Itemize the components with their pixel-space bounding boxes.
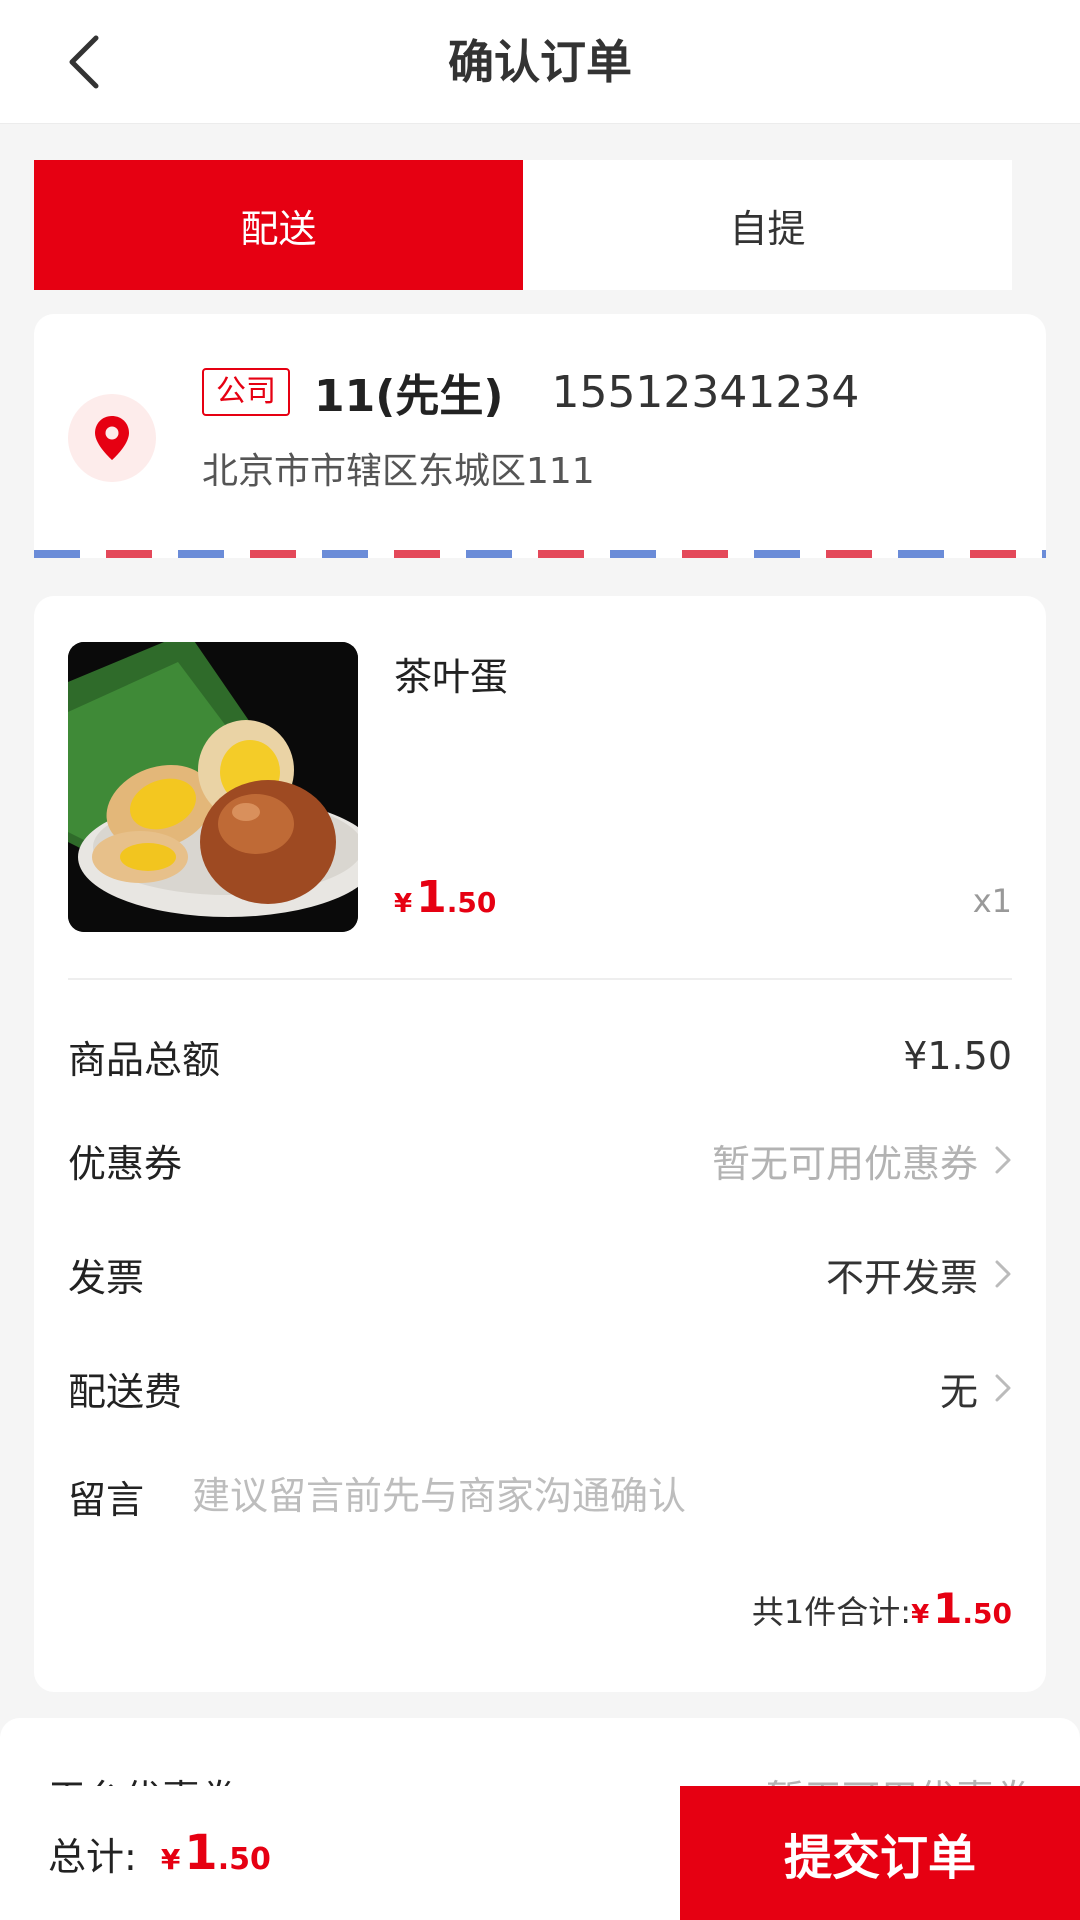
address-detail: 北京市市辖区东城区111: [202, 451, 595, 492]
confirm-order-page: 确认订单 配送 自提 公司 11(先生) 15512341234 北京市市辖区东…: [0, 0, 1080, 1920]
shipping-fee-selector[interactable]: 无: [940, 1361, 1012, 1416]
price-integer: 1: [933, 1584, 963, 1633]
invoice-row[interactable]: 发票 不开发票: [68, 1234, 1012, 1314]
product-quantity: x1: [972, 882, 1012, 920]
product-name: 茶叶蛋: [394, 655, 509, 699]
price-currency: ¥: [160, 1843, 181, 1876]
price-currency: ¥: [911, 1600, 930, 1630]
order-subtotal: 共1件合计: ¥ 1 .50: [752, 1584, 1012, 1633]
invoice-label: 发票: [68, 1255, 145, 1300]
page-title: 确认订单: [448, 35, 632, 89]
tab-delivery[interactable]: 配送: [34, 160, 523, 290]
price-decimal: .50: [217, 1842, 271, 1877]
top-nav-bar: 确认订单: [0, 0, 1080, 124]
subtotal-price: ¥ 1 .50: [911, 1584, 1012, 1633]
chevron-right-icon: [994, 1259, 1012, 1289]
coupon-row[interactable]: 优惠券 暂无可用优惠券: [68, 1120, 1012, 1200]
invoice-selector[interactable]: 不开发票: [826, 1247, 1012, 1302]
price-currency: ¥: [394, 889, 413, 919]
coupon-value: 暂无可用优惠券: [711, 1141, 978, 1186]
location-badge: [68, 394, 156, 482]
shipping-fee-value: 无: [939, 1369, 978, 1414]
chevron-left-icon: [69, 35, 99, 89]
back-button[interactable]: [52, 30, 116, 94]
recipient-phone: 15512341234: [551, 366, 860, 418]
price-decimal: .50: [446, 886, 497, 919]
address-tag-badge: 公司: [202, 368, 290, 416]
goods-total-label: 商品总额: [68, 1037, 221, 1082]
total-label: 总计:: [48, 1834, 137, 1879]
airmail-border: [34, 550, 1046, 558]
tab-self-pickup[interactable]: 自提: [523, 160, 1012, 290]
price-integer: 1: [416, 872, 447, 923]
checkout-bar: 总计: ¥ 1 .50 提交订单: [0, 1786, 1080, 1920]
coupon-selector[interactable]: 暂无可用优惠券: [712, 1133, 1012, 1188]
shipping-fee-label: 配送费: [68, 1369, 183, 1414]
order-card: 茶叶蛋 ¥ 1 .50 x1 商品总额 ¥1.50 优惠券 暂无可用优惠券 发票…: [34, 596, 1046, 1692]
message-row: 留言: [68, 1456, 1012, 1536]
recipient-name: 11(先生): [314, 371, 504, 422]
total-price: ¥ 1 .50: [161, 1825, 271, 1881]
goods-total-row: 商品总额 ¥1.50: [68, 1016, 1012, 1096]
submit-order-button[interactable]: 提交订单: [680, 1786, 1080, 1920]
address-card[interactable]: 公司 11(先生) 15512341234 北京市市辖区东城区111: [34, 314, 1046, 558]
chevron-right-icon: [994, 1145, 1012, 1175]
location-pin-icon: [95, 416, 129, 460]
goods-total-value: ¥1.50: [903, 1034, 1012, 1078]
divider: [68, 978, 1012, 980]
product-price: ¥ 1 .50: [394, 872, 496, 923]
subtotal-label: 共1件合计:: [751, 1593, 912, 1631]
chevron-right-icon: [994, 1373, 1012, 1403]
product-image: [68, 642, 358, 932]
shipping-fee-row[interactable]: 配送费 无: [68, 1348, 1012, 1428]
invoice-value: 不开发票: [825, 1255, 978, 1300]
price-integer: 1: [184, 1825, 218, 1881]
address-contact-line: 公司 11(先生) 15512341234: [202, 362, 859, 422]
tea-egg-photo: [68, 642, 358, 932]
message-input[interactable]: [192, 1474, 1012, 1518]
delivery-mode-tabs: 配送 自提: [34, 160, 1012, 290]
price-decimal: .50: [962, 1597, 1012, 1630]
message-label: 留言: [68, 1477, 145, 1522]
coupon-label: 优惠券: [68, 1141, 183, 1186]
